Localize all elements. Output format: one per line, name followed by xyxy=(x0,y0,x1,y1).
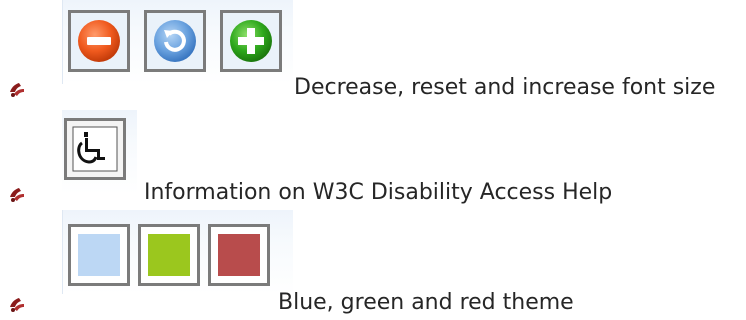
increase-font-icon xyxy=(230,20,272,62)
font-size-caption: Decrease, reset and increase font size xyxy=(294,75,716,100)
blue-theme-button[interactable] xyxy=(68,224,130,286)
red-theme-swatch xyxy=(217,233,261,277)
bullet-icon xyxy=(10,188,24,202)
blue-theme-swatch xyxy=(77,233,121,277)
green-theme-swatch xyxy=(147,233,191,277)
theme-row: Blue, green and red theme xyxy=(0,210,746,320)
wheelchair-icon xyxy=(72,126,118,172)
red-theme-button[interactable] xyxy=(208,224,270,286)
decrease-font-button[interactable] xyxy=(68,10,130,72)
reset-font-button[interactable] xyxy=(144,10,206,72)
theme-caption: Blue, green and red theme xyxy=(278,290,574,315)
reset-font-icon xyxy=(154,20,196,62)
decrease-font-icon xyxy=(78,20,120,62)
green-theme-button[interactable] xyxy=(138,224,200,286)
bullet-icon xyxy=(10,83,24,97)
accessibility-row: Information on W3C Disability Access Hel… xyxy=(0,110,746,210)
bullet-icon xyxy=(10,298,24,312)
font-size-row: Decrease, reset and increase font size xyxy=(0,0,746,110)
accessibility-caption: Information on W3C Disability Access Hel… xyxy=(144,180,613,205)
accessibility-help-button[interactable] xyxy=(64,118,126,180)
increase-font-button[interactable] xyxy=(220,10,282,72)
